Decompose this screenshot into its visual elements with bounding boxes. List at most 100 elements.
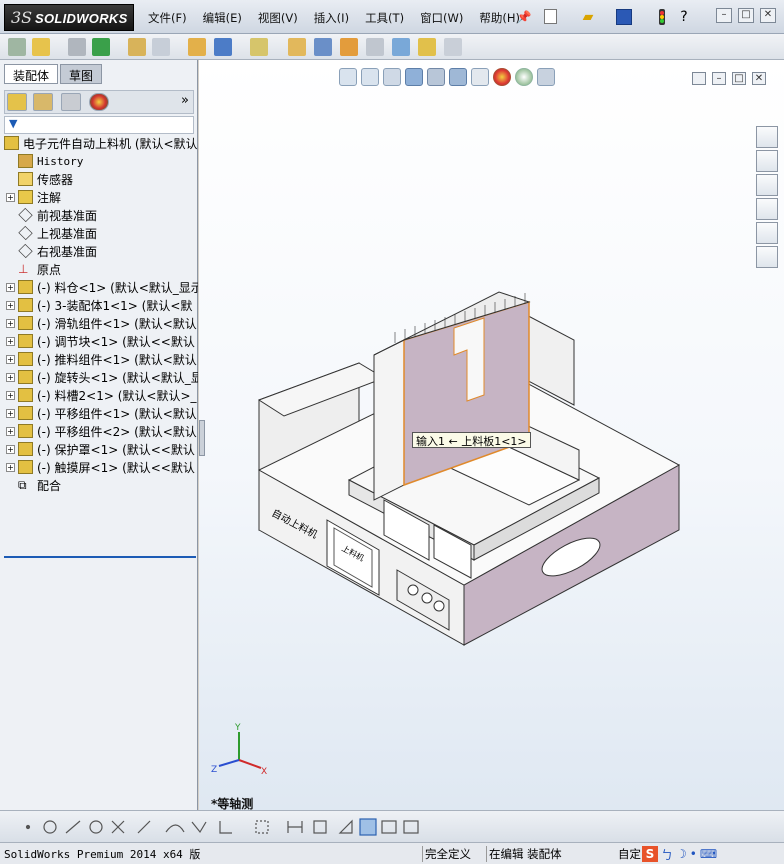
expand-icon[interactable]: + [6, 408, 15, 418]
new-file-icon[interactable] [544, 9, 557, 24]
ime-chinese-icon[interactable]: ㄅ [661, 846, 673, 863]
expand-icon[interactable]: + [6, 372, 15, 382]
tree-item[interactable]: History [18, 152, 83, 170]
hide-show-icon[interactable] [188, 38, 206, 56]
tree-item-label: 右视基准面 [37, 244, 98, 259]
control-button-3 [433, 600, 445, 612]
assembly-features-icon[interactable] [214, 38, 232, 56]
graphics-area[interactable]: – □ ✕ 自动上料机 上料机 输入1 ← 上料板1<1> Y X Z *等轴测 [199, 60, 784, 811]
pin-icon[interactable]: 📌 [516, 9, 532, 25]
tree-item[interactable]: + (-) 旋转头<1> (默认<默认_显 [6, 368, 198, 386]
tab-sketch[interactable]: 草图 [60, 64, 103, 84]
tree-item[interactable]: 传感器 [18, 170, 73, 188]
open-folder-icon[interactable]: ▰ [580, 9, 596, 25]
linear-pattern-icon[interactable] [92, 38, 110, 56]
3d-view-tool-icon [359, 818, 377, 836]
status-definition: 完全定义 [422, 846, 471, 862]
view-palette-icon[interactable] [756, 198, 778, 220]
point-tool-icon [25, 824, 31, 830]
tree-item[interactable]: + (-) 料槽2<1> (默认<默认>_ [6, 386, 197, 404]
expand-icon[interactable]: + [6, 390, 15, 400]
tree-item[interactable]: 右视基准面 [18, 242, 97, 260]
tree-item[interactable]: + (-) 推料组件<1> (默认<默认 [6, 350, 197, 368]
command-tabs: 装配体 草图 [4, 64, 104, 84]
menu-insert[interactable]: 插入(I) [314, 10, 349, 28]
insert-component-icon[interactable] [32, 38, 50, 56]
restore-button[interactable]: □ [738, 8, 754, 23]
tree-item[interactable]: 前视基准面 [18, 206, 97, 224]
ime-keyboard-icon[interactable]: ⌨ [700, 847, 717, 861]
mate-icon[interactable] [68, 38, 86, 56]
expand-icon[interactable]: + [6, 426, 15, 436]
tree-item[interactable]: 上视基准面 [18, 224, 97, 242]
assembly-icon [18, 406, 33, 420]
expand-icon[interactable]: + [6, 354, 15, 364]
expand-icon[interactable]: + [6, 300, 15, 310]
feature-tree: 电子元件自动上料机 (默认<默认 History 传感器 + 注解 前视基准面 上视基准面… [0, 132, 198, 492]
menu-tools[interactable]: 工具(T) [365, 10, 404, 28]
tree-item[interactable]: + 注解 [6, 188, 61, 206]
ime-moon-icon[interactable]: ☽ [676, 847, 687, 861]
rollback-bar[interactable] [4, 556, 196, 558]
tree-item[interactable]: + (-) 触摸屏<1> (默认<<默认 [6, 458, 195, 476]
corner-tool-icon [219, 821, 232, 834]
expand-icon[interactable]: + [6, 444, 15, 454]
tree-item[interactable]: + (-) 料仓<1> (默认<默认_显示 [6, 278, 198, 296]
tree-item[interactable]: + (-) 保护罩<1> (默认<<默认 [6, 440, 195, 458]
reference-geometry-icon[interactable] [250, 38, 268, 56]
status-custom[interactable]: 自定 [618, 846, 641, 862]
file-explorer-icon[interactable] [756, 174, 778, 196]
interference-detection-icon[interactable] [392, 38, 410, 56]
assembly-tool-icon[interactable] [8, 38, 26, 56]
tree-item[interactable]: + (-) 调节块<1> (默认<<默认 [6, 332, 195, 350]
expand-icon[interactable]: + [6, 192, 15, 202]
tree-item[interactable]: + (-) 平移组件<2> (默认<默认 [6, 422, 197, 440]
arc-tool-icon [165, 824, 185, 833]
expand-icon[interactable]: + [6, 282, 15, 292]
tree-item[interactable]: ⊥ 原点 [18, 260, 61, 278]
sogou-ime-icon[interactable]: S [642, 846, 658, 862]
smart-fasteners-icon[interactable] [128, 38, 146, 56]
clearance-icon[interactable] [418, 38, 436, 56]
expand-icon[interactable]: + [6, 462, 15, 472]
menu-file[interactable]: 文件(F) [148, 10, 187, 28]
tree-item[interactable]: + (-) 平移组件<1> (默认<默认 [6, 404, 197, 422]
tab-assembly[interactable]: 装配体 [4, 64, 59, 84]
custom-properties-icon[interactable] [756, 246, 778, 268]
solidworks-logo[interactable]: 3S SOLIDWORKS [4, 4, 134, 31]
new-motion-study-icon[interactable] [288, 38, 306, 56]
bill-of-materials-icon[interactable] [314, 38, 332, 56]
display-manager-icon[interactable] [89, 93, 109, 111]
exploded-view-icon[interactable] [340, 38, 358, 56]
save-icon[interactable] [616, 9, 632, 25]
tree-item[interactable]: ⧉ 配合 [18, 476, 61, 492]
line-tool-icon [65, 820, 81, 834]
menu-help[interactable]: 帮助(H) [479, 10, 520, 28]
instant3d-icon[interactable] [444, 38, 462, 56]
tree-root[interactable]: 电子元件自动上料机 (默认<默认 [4, 134, 198, 152]
appearances-icon[interactable] [756, 222, 778, 244]
move-component-icon[interactable] [152, 38, 170, 56]
expand-chevron-icon[interactable]: » [181, 93, 189, 108]
tree-item[interactable]: + (-) 滑轨组件<1> (默认<默认 [6, 314, 197, 332]
rebuild-icon[interactable] [654, 9, 670, 25]
sketch-tools[interactable] [6, 812, 446, 842]
design-library-icon[interactable] [756, 150, 778, 172]
minimize-button[interactable]: – [716, 8, 732, 23]
expand-icon[interactable]: + [6, 318, 15, 328]
panel-collapse-handle[interactable] [199, 420, 205, 456]
expand-icon[interactable]: + [6, 336, 15, 346]
tree-item[interactable]: + (-) 3-装配体1<1> (默认<默 [6, 296, 192, 314]
menu-view[interactable]: 视图(V) [258, 10, 298, 28]
property-manager-icon[interactable] [33, 93, 53, 111]
close-button[interactable]: ✕ [760, 8, 776, 23]
feature-manager-icon[interactable] [7, 93, 27, 111]
ime-punct-icon[interactable]: • [690, 847, 697, 861]
configuration-manager-icon[interactable] [61, 93, 81, 111]
help-icon[interactable]: ? [676, 9, 692, 25]
menu-edit[interactable]: 编辑(E) [203, 10, 242, 28]
menu-window[interactable]: 窗口(W) [420, 10, 463, 28]
tree-item-label: (-) 平移组件<2> (默认<默认 [37, 424, 197, 439]
resources-home-icon[interactable] [756, 126, 778, 148]
explode-line-icon[interactable] [366, 38, 384, 56]
